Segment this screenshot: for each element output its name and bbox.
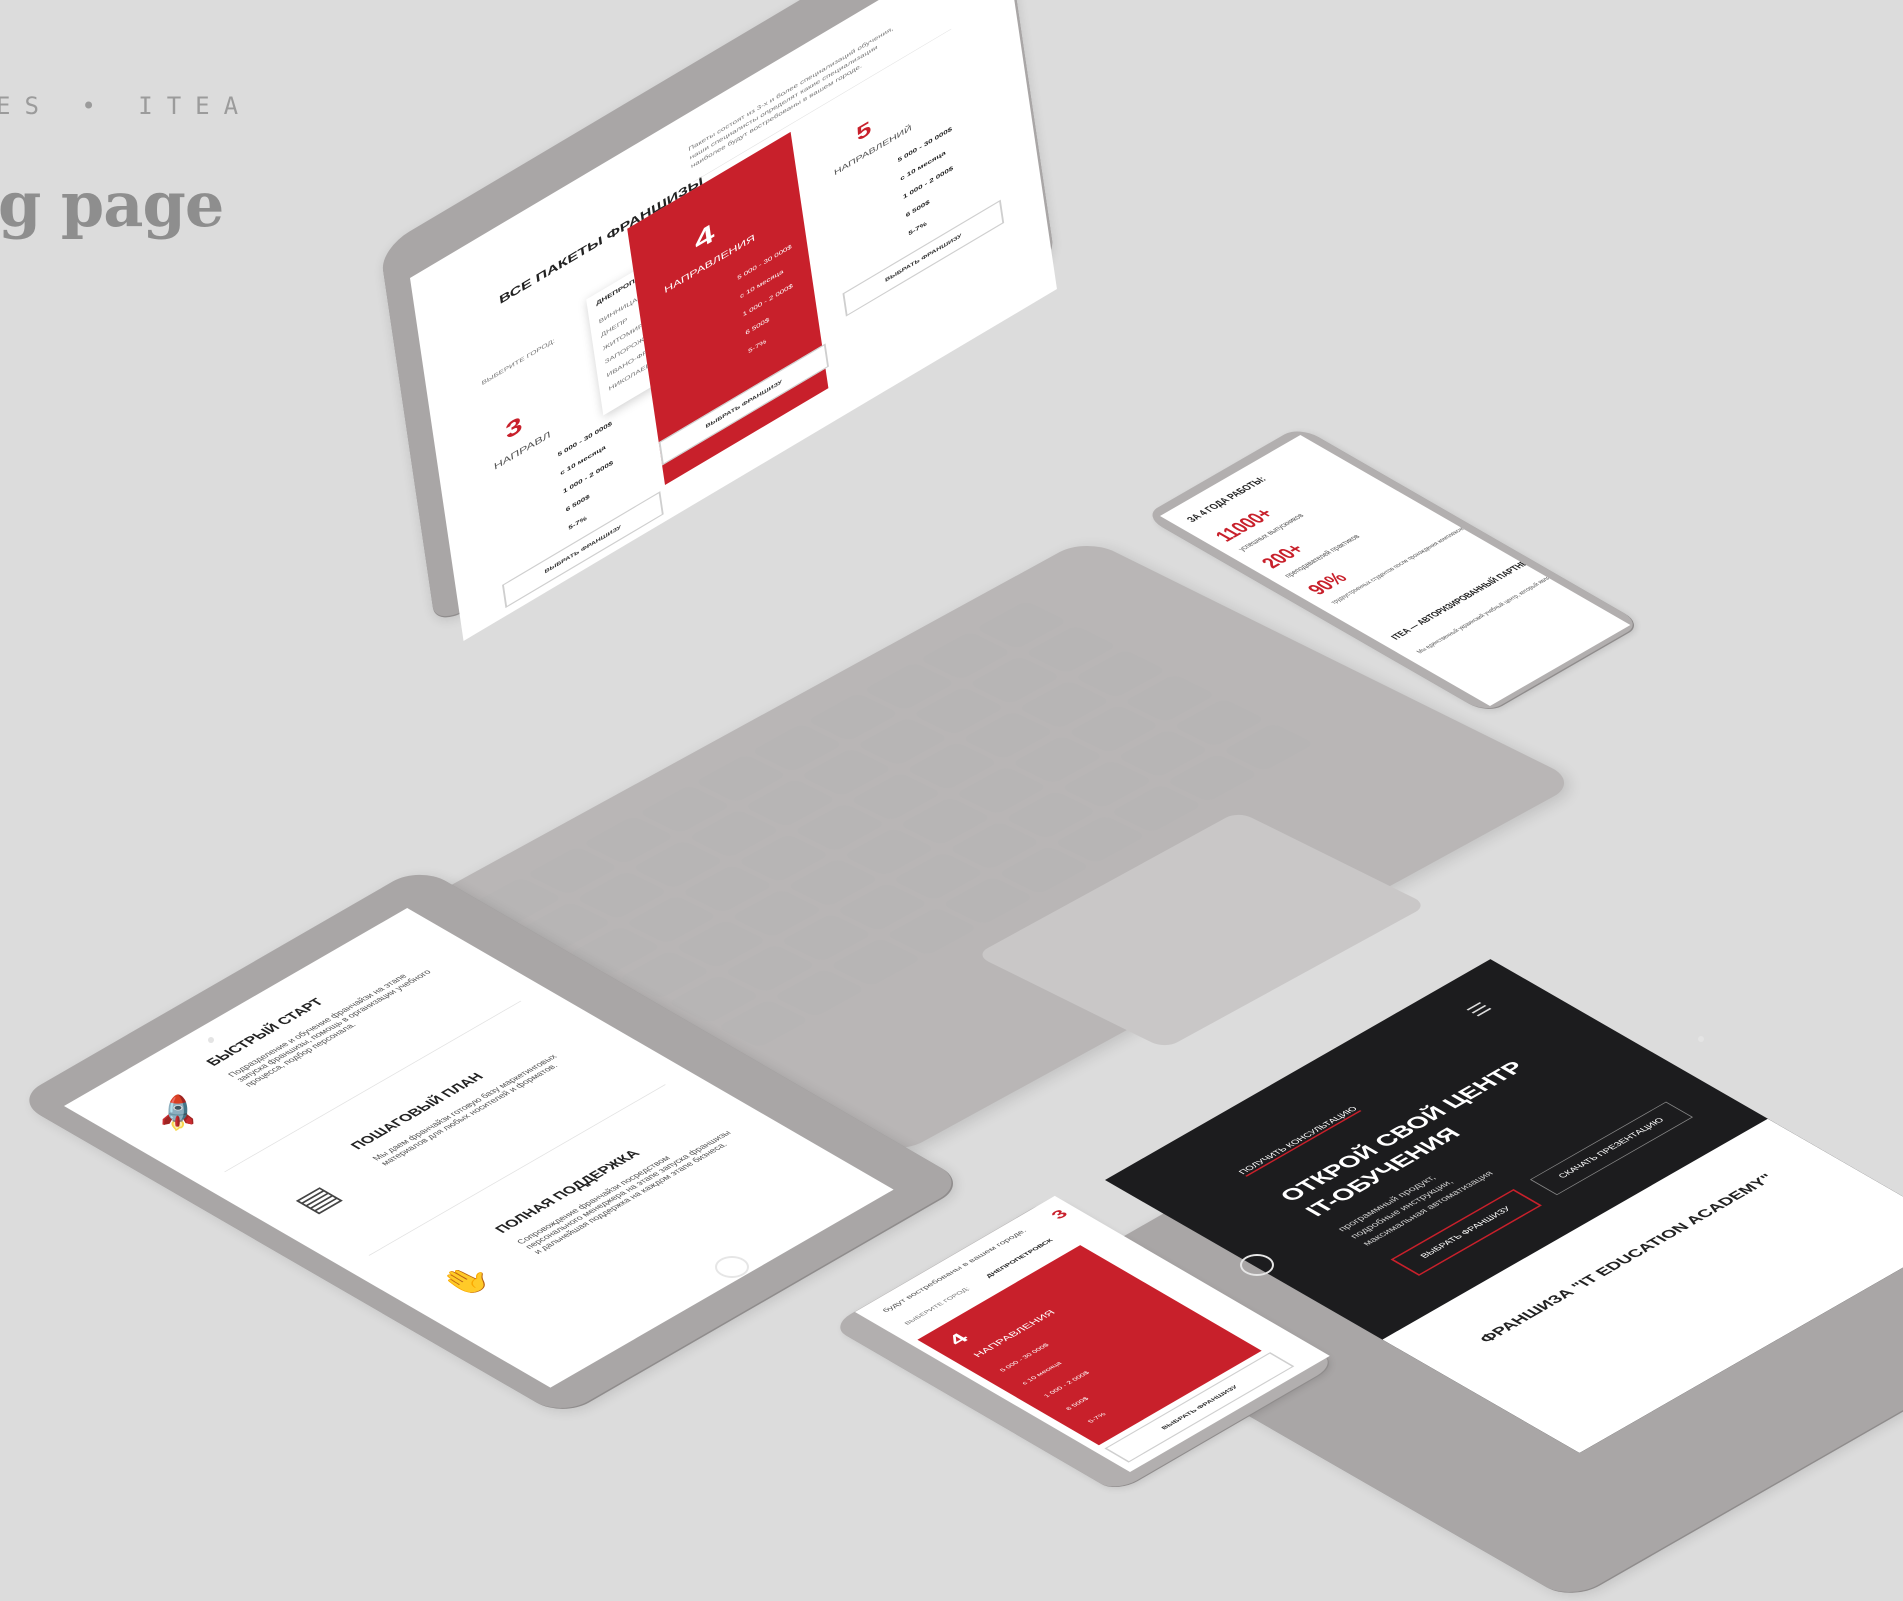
home-button[interactable] xyxy=(715,1256,749,1278)
stat-value: 11000+ xyxy=(1210,504,1279,545)
package-row: 1 000 - 2 000$ xyxy=(1042,1370,1091,1399)
camera-dot xyxy=(208,1037,214,1043)
menu-icon[interactable]: ☰ xyxy=(1462,1000,1497,1020)
feature-text: Мы даем франчайзи готовую базу маркетинг… xyxy=(370,1053,561,1168)
city-option[interactable]: НИКОЛАЕВ xyxy=(608,361,651,392)
plan-icon: ▤ xyxy=(285,1181,349,1218)
package-row: 5-7% xyxy=(908,220,928,237)
package-number: 3 xyxy=(1047,1207,1073,1222)
package-label: НАПРАВЛЕНИЯ xyxy=(970,1308,1058,1359)
package-row: 6 500$ xyxy=(905,198,930,219)
feature-text: Сопровождение франчайзи посредством перс… xyxy=(515,1129,734,1256)
package-highlighted: 4 НАПРАВЛЕНИЯ 5 000 - 30 000$ с 10 месяц… xyxy=(627,131,829,485)
package-number: 5 xyxy=(855,116,873,146)
package-number: 3 xyxy=(504,411,524,445)
package-number: 4 xyxy=(692,218,716,257)
package-number: 4 xyxy=(943,1330,974,1349)
city-label: ВЫБЕРИТЕ ГОРОД: xyxy=(481,337,556,387)
package-row: 6 500$ xyxy=(1064,1396,1091,1412)
package-row: 5-7% xyxy=(747,337,767,355)
package-row: 5 000 - 30 000$ xyxy=(736,243,793,282)
package-row: 6 500$ xyxy=(745,316,770,337)
package-row: 5-7% xyxy=(1086,1411,1108,1424)
choose-franchise-button[interactable]: ВЫБРАТЬ ФРАНШИЗУ xyxy=(842,199,1005,317)
rocket-icon: 🚀 xyxy=(142,1092,215,1135)
package-row: 6 500$ xyxy=(565,492,590,514)
package-row: 5-7% xyxy=(568,514,588,532)
camera-dot xyxy=(1698,1036,1704,1042)
package-label: НАПРАВЛЕНИЙ xyxy=(833,122,913,178)
package-row: 5 000 - 30 000$ xyxy=(557,419,613,459)
support-icon: ✋ xyxy=(431,1260,504,1302)
package-row: с 10 месяца xyxy=(1020,1360,1063,1386)
home-button[interactable] xyxy=(1240,1254,1274,1276)
